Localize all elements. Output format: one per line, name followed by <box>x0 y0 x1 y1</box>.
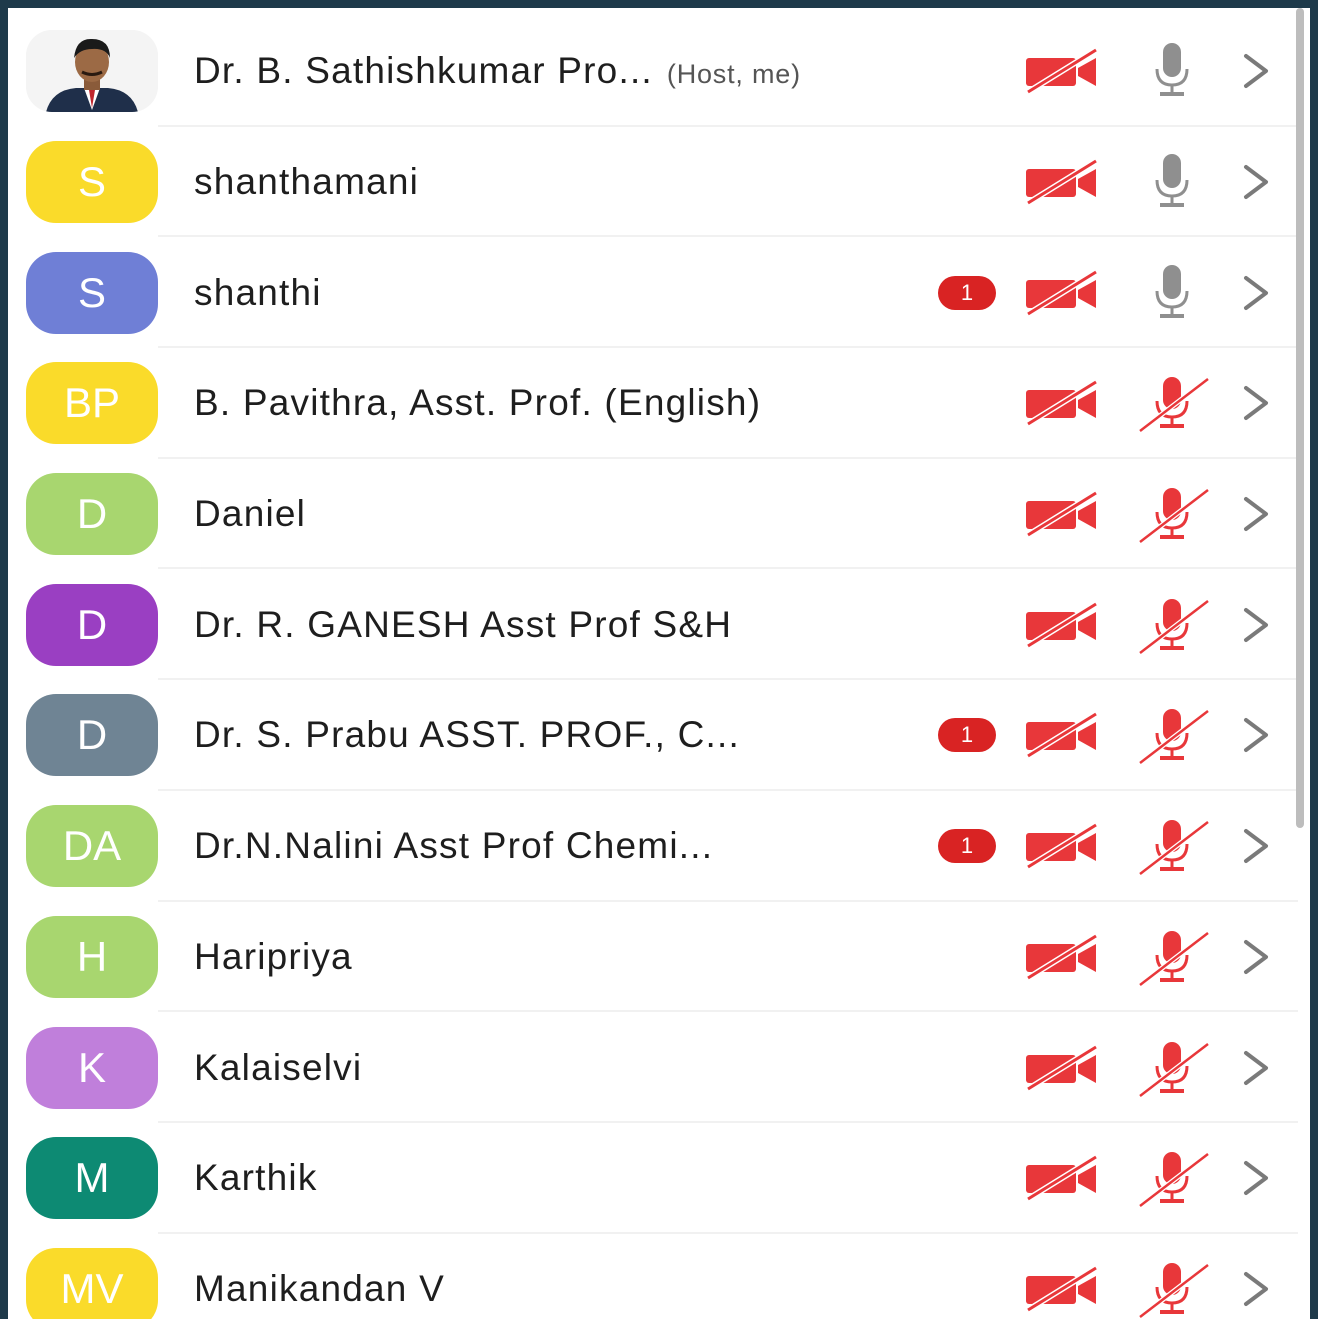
participant-name: Manikandan V <box>194 1268 445 1310</box>
avatar: S <box>26 251 158 334</box>
participant-name-text: B. Pavithra, Asst. Prof. (English) <box>194 382 762 424</box>
participant-name: Dr.N.Nalini Asst Prof Chemi... <box>194 825 713 867</box>
participant-name-text: Dr. S. Prabu ASST. PROF., C... <box>194 714 740 756</box>
participant-name-text: Dr. R. GANESH Asst Prof S&H <box>194 603 733 645</box>
host-tag: (Host, me) <box>666 59 801 90</box>
mic-off-icon[interactable] <box>1132 816 1210 877</box>
participant-name: Karthik <box>194 1157 318 1199</box>
participant-row[interactable]: MV Manikandan V <box>8 1234 1298 1319</box>
participant-name-text: Haripriya <box>194 935 353 977</box>
participant-name-text: Daniel <box>194 493 307 535</box>
participant-name-text: Dr.N.Nalini Asst Prof Chemi... <box>194 825 714 867</box>
participant-row[interactable]: D Dr. R. GANESH Asst Prof S&H <box>8 569 1298 680</box>
chevron-right-icon[interactable] <box>1240 383 1272 423</box>
video-off-icon[interactable] <box>1022 600 1102 650</box>
participant-row[interactable]: Sshanthamani <box>8 127 1298 238</box>
mic-off-icon[interactable] <box>1132 484 1210 545</box>
video-off-icon[interactable] <box>1022 1043 1102 1093</box>
participant-name: Dr. R. GANESH Asst Prof S&H <box>194 604 732 646</box>
video-off-icon[interactable] <box>1022 46 1102 96</box>
video-off-icon[interactable] <box>1022 268 1102 318</box>
avatar-photo <box>26 30 158 113</box>
avatar: M <box>26 1137 158 1220</box>
video-off-icon[interactable] <box>1022 932 1102 982</box>
participants-panel: Dr. B. Sathishkumar Pro... (Host, me) Ssh… <box>8 8 1310 1319</box>
participant-name: Dr. B. Sathishkumar Pro... (Host, me) <box>194 50 801 92</box>
participant-name: Kalaiselvi <box>194 1047 362 1089</box>
participant-name: Haripriya <box>194 936 353 978</box>
participant-name: B. Pavithra, Asst. Prof. (English) <box>194 382 761 424</box>
participant-name-text: shanthamani <box>194 161 420 203</box>
participant-row[interactable]: M Karthik <box>8 1123 1298 1234</box>
participant-row[interactable]: D Dr. S. Prabu ASST. PROF., C... 1 <box>8 680 1298 791</box>
mic-off-icon[interactable] <box>1132 927 1210 987</box>
participant-row[interactable]: BP B. Pavithra, Asst. Prof. (English) <box>8 348 1298 459</box>
chevron-right-icon[interactable] <box>1240 273 1272 313</box>
video-off-icon[interactable] <box>1022 489 1102 539</box>
participant-name-text: Karthik <box>194 1157 318 1199</box>
chevron-right-icon[interactable] <box>1240 494 1272 534</box>
participant-name: shanthamani <box>194 161 419 203</box>
chevron-right-icon[interactable] <box>1240 1158 1272 1198</box>
video-off-icon[interactable] <box>1022 1153 1102 1203</box>
scrollbar[interactable] <box>1296 8 1304 828</box>
avatar: H <box>26 915 158 998</box>
mic-icon[interactable] <box>1132 152 1210 212</box>
chevron-right-icon[interactable] <box>1240 937 1272 977</box>
video-off-icon[interactable] <box>1022 157 1102 207</box>
mic-icon[interactable] <box>1132 41 1210 101</box>
participant-name-text: shanthi <box>194 271 322 313</box>
mic-off-icon[interactable] <box>1132 705 1210 766</box>
avatar: D <box>26 583 158 666</box>
mic-off-icon[interactable] <box>1132 595 1210 655</box>
mic-off-icon[interactable] <box>1132 1038 1210 1098</box>
participant-row[interactable]: Dr. B. Sathishkumar Pro... (Host, me) <box>8 16 1298 127</box>
avatar: D <box>26 694 158 777</box>
unread-badge: 1 <box>938 718 996 753</box>
avatar: DA <box>26 805 158 888</box>
participant-row[interactable]: H Haripriya <box>8 902 1298 1013</box>
participant-name: shanthi <box>194 272 322 314</box>
participant-row[interactable]: DA Dr.N.Nalini Asst Prof Chemi... 1 <box>8 791 1298 902</box>
participant-name: Dr. S. Prabu ASST. PROF., C... <box>194 714 740 756</box>
chevron-right-icon[interactable] <box>1240 51 1272 91</box>
participant-name: Daniel <box>194 493 306 535</box>
chevron-right-icon[interactable] <box>1240 605 1272 645</box>
mic-off-icon[interactable] <box>1132 1148 1210 1209</box>
avatar: BP <box>26 362 158 445</box>
mic-icon[interactable] <box>1132 263 1210 323</box>
chevron-right-icon[interactable] <box>1240 1269 1272 1309</box>
video-off-icon[interactable] <box>1022 378 1102 428</box>
participant-list: Dr. B. Sathishkumar Pro... (Host, me) Ssh… <box>8 16 1298 1319</box>
participant-name-text: Manikandan V <box>194 1267 445 1309</box>
chevron-right-icon[interactable] <box>1240 715 1272 755</box>
video-off-icon[interactable] <box>1022 710 1102 760</box>
avatar: MV <box>26 1247 158 1319</box>
video-off-icon[interactable] <box>1022 1264 1102 1314</box>
participant-row[interactable]: K Kalaiselvi <box>8 1012 1298 1123</box>
mic-off-icon[interactable] <box>1132 373 1210 434</box>
participant-name-text: Dr. B. Sathishkumar Pro... <box>194 50 653 92</box>
chevron-right-icon[interactable] <box>1240 162 1272 202</box>
unread-badge: 1 <box>938 275 996 310</box>
unread-badge: 1 <box>938 829 996 864</box>
mic-off-icon[interactable] <box>1132 1259 1210 1319</box>
video-off-icon[interactable] <box>1022 821 1102 871</box>
chevron-right-icon[interactable] <box>1240 1048 1272 1088</box>
participant-row[interactable]: Sshanthi 1 <box>8 237 1298 348</box>
participant-row[interactable]: D Daniel <box>8 459 1298 570</box>
participant-name-text: Kalaiselvi <box>194 1046 363 1088</box>
chevron-right-icon[interactable] <box>1240 826 1272 866</box>
avatar: K <box>26 1026 158 1109</box>
avatar: D <box>26 473 158 556</box>
avatar: S <box>26 141 158 224</box>
